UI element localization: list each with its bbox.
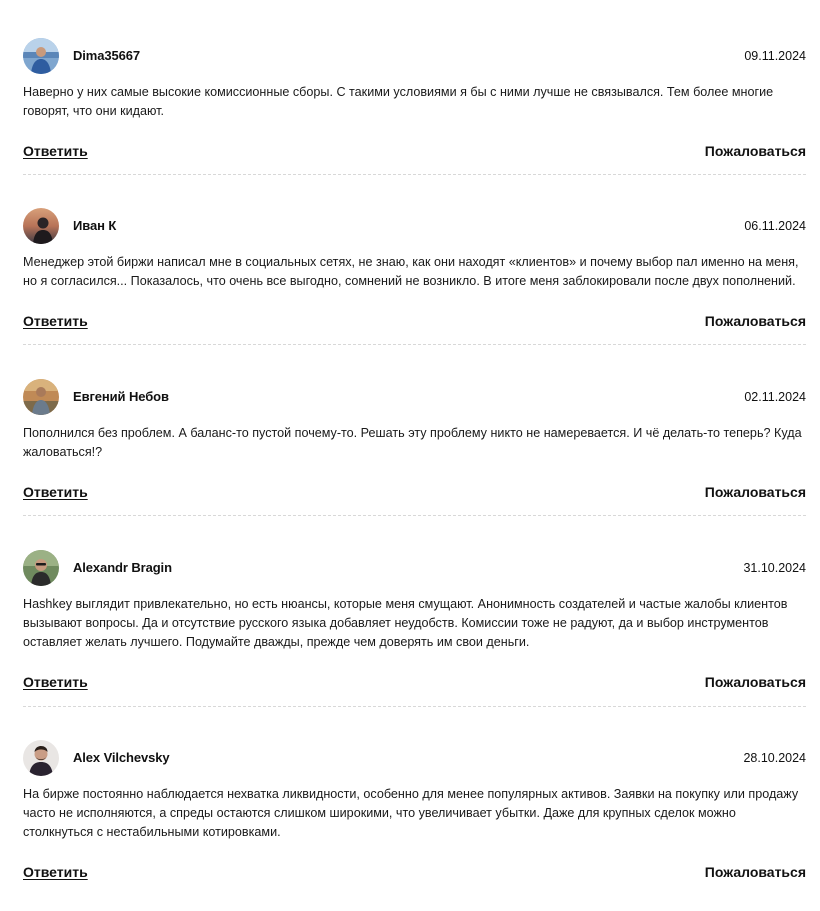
avatar[interactable] <box>23 38 59 74</box>
comment-date: 02.11.2024 <box>744 390 806 404</box>
comment-text: На бирже постоянно наблюдается нехватка … <box>23 787 799 839</box>
comment-text: Hashkey выглядит привлекательно, но есть… <box>23 597 788 649</box>
comment-author[interactable]: Евгений Небов <box>73 388 169 406</box>
comment-item: Евгений Небов 02.11.2024 Пополнился без … <box>23 379 806 550</box>
avatar[interactable] <box>23 550 59 586</box>
comment-text: Менеджер этой биржи написал мне в социал… <box>23 255 799 288</box>
comment-date: 06.11.2024 <box>744 219 806 233</box>
comment-author[interactable]: Dima35667 <box>73 47 140 65</box>
comment-actions: Ответить Пожаловаться <box>23 674 806 696</box>
reply-link[interactable]: Ответить <box>23 674 88 690</box>
avatar[interactable] <box>23 208 59 244</box>
comment-author[interactable]: Alex Vilchevsky <box>73 749 170 767</box>
comment-text: Пополнился без проблем. А баланс-то пуст… <box>23 426 802 459</box>
comment-item: Dima35667 09.11.2024 Наверно у них самые… <box>23 38 806 209</box>
comments-list: Dima35667 09.11.2024 Наверно у них самые… <box>0 0 820 893</box>
avatar[interactable] <box>23 379 59 415</box>
comment-header: Иван К 06.11.2024 <box>23 208 806 244</box>
comment-actions: Ответить Пожаловаться <box>23 313 806 335</box>
report-link[interactable]: Пожаловаться <box>705 143 806 159</box>
comment-item: Иван К 06.11.2024 Менеджер этой биржи на… <box>23 208 806 379</box>
comment-date: 31.10.2024 <box>743 561 806 575</box>
comment-item: Alexandr Bragin 31.10.2024 Hashkey выгля… <box>23 550 806 721</box>
comment-date: 09.11.2024 <box>744 49 806 63</box>
comment-date: 28.10.2024 <box>743 751 806 765</box>
comment-actions: Ответить Пожаловаться <box>23 143 806 165</box>
comment-author[interactable]: Alexandr Bragin <box>73 559 172 577</box>
comment-header: Евгений Небов 02.11.2024 <box>23 379 806 415</box>
report-link[interactable]: Пожаловаться <box>705 484 806 500</box>
comment-divider <box>23 706 806 707</box>
report-link[interactable]: Пожаловаться <box>705 313 806 329</box>
comment-item: Alex Vilchevsky 28.10.2024 На бирже пост… <box>23 740 806 911</box>
comment-actions: Ответить Пожаловаться <box>23 484 806 506</box>
report-link[interactable]: Пожаловаться <box>705 674 806 690</box>
comment-actions: Ответить Пожаловаться <box>23 864 806 886</box>
comment-text: Наверно у них самые высокие комиссионные… <box>23 85 774 118</box>
comment-author[interactable]: Иван К <box>73 217 116 235</box>
reply-link[interactable]: Ответить <box>23 143 88 159</box>
comment-divider <box>23 515 806 516</box>
reply-link[interactable]: Ответить <box>23 313 88 329</box>
avatar[interactable] <box>23 740 59 776</box>
comment-divider <box>23 344 806 345</box>
comment-divider <box>23 174 806 175</box>
report-link[interactable]: Пожаловаться <box>705 864 806 880</box>
comment-header: Alexandr Bragin 31.10.2024 <box>23 550 806 586</box>
comment-header: Alex Vilchevsky 28.10.2024 <box>23 740 806 776</box>
reply-link[interactable]: Ответить <box>23 864 88 880</box>
reply-link[interactable]: Ответить <box>23 484 88 500</box>
comment-header: Dima35667 09.11.2024 <box>23 38 806 74</box>
